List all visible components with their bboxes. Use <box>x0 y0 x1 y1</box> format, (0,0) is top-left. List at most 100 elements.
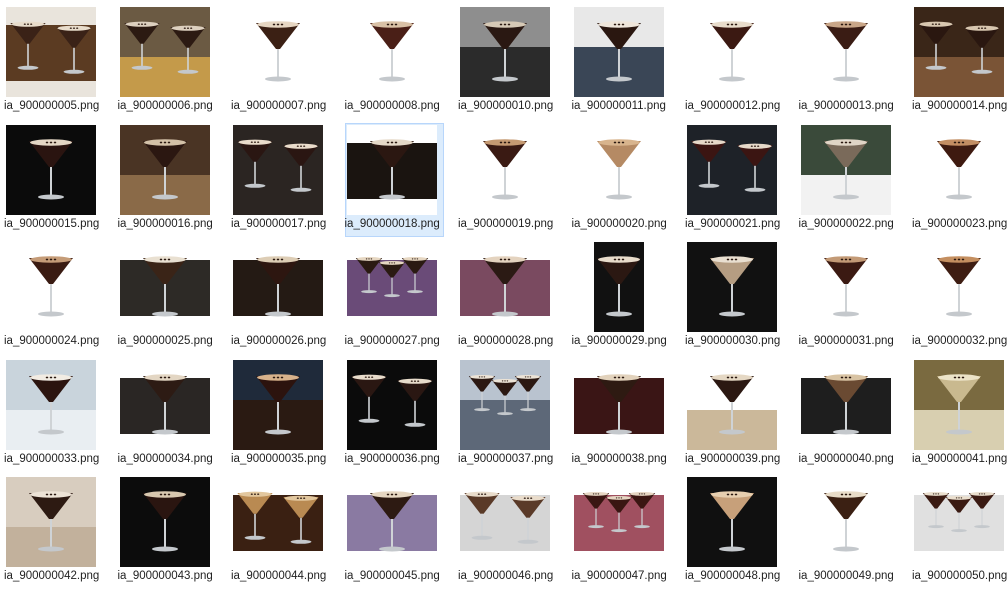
image-thumbnail[interactable] <box>346 477 437 567</box>
file-item[interactable]: ia_900000013.png <box>799 7 912 124</box>
file-item[interactable]: ia_900000045.png <box>345 477 458 594</box>
file-name-label: ia_900000042.png <box>4 570 100 582</box>
file-name-label: ia_900000011.png <box>571 100 666 112</box>
image-thumbnail[interactable] <box>914 359 1004 450</box>
file-item[interactable]: ia_900000011.png <box>572 7 685 124</box>
file-item[interactable]: ia_900000023.png <box>912 124 1007 242</box>
file-name-label: ia_900000034.png <box>117 452 213 465</box>
file-item[interactable]: ia_900000025.png <box>118 242 231 359</box>
image-thumbnail[interactable] <box>6 124 96 215</box>
file-item[interactable]: ia_900000031.png <box>799 242 912 359</box>
image-thumbnail[interactable] <box>460 242 550 332</box>
file-name-label: ia_900000044.png <box>231 570 327 582</box>
image-thumbnail[interactable] <box>6 242 96 332</box>
file-item[interactable]: ia_900000035.png <box>231 359 344 477</box>
file-item[interactable]: ia_900000005.png <box>4 7 117 124</box>
file-name-label: ia_900000017.png <box>231 217 327 230</box>
file-item[interactable]: ia_900000018.png <box>344 122 458 242</box>
image-thumbnail[interactable] <box>346 7 437 97</box>
image-thumbnail[interactable] <box>460 124 550 215</box>
file-item[interactable]: ia_900000021.png <box>685 124 798 242</box>
image-thumbnail[interactable] <box>573 477 664 567</box>
file-item[interactable]: ia_900000050.png <box>912 477 1007 594</box>
file-item[interactable]: ia_900000015.png <box>4 124 117 242</box>
image-thumbnail[interactable] <box>800 7 891 97</box>
file-item[interactable]: ia_900000027.png <box>345 242 458 359</box>
image-thumbnail[interactable] <box>573 359 664 450</box>
file-item[interactable]: ia_900000036.png <box>345 359 458 477</box>
image-thumbnail[interactable] <box>233 477 323 567</box>
image-thumbnail[interactable] <box>119 477 210 567</box>
file-item[interactable]: ia_900000048.png <box>685 477 798 594</box>
file-item[interactable]: ia_900000040.png <box>799 359 912 477</box>
image-thumbnail[interactable] <box>460 477 550 567</box>
image-thumbnail[interactable] <box>233 7 323 97</box>
file-item[interactable]: ia_900000033.png <box>4 359 117 477</box>
file-item[interactable]: ia_900000049.png <box>799 477 912 594</box>
image-thumbnail[interactable] <box>233 242 323 332</box>
file-item[interactable]: ia_900000028.png <box>458 242 571 359</box>
image-thumbnail[interactable] <box>800 477 891 567</box>
image-thumbnail[interactable] <box>800 242 891 332</box>
image-thumbnail[interactable] <box>687 124 777 215</box>
file-item[interactable]: ia_900000016.png <box>118 124 231 242</box>
image-thumbnail[interactable] <box>573 7 664 97</box>
file-item[interactable]: ia_900000014.png <box>912 7 1007 124</box>
image-thumbnail[interactable] <box>573 242 664 332</box>
file-item[interactable]: ia_900000038.png <box>572 359 685 477</box>
file-item[interactable]: ia_900000008.png <box>345 7 458 124</box>
image-thumbnail[interactable] <box>346 124 437 215</box>
file-item[interactable]: ia_900000010.png <box>458 7 571 124</box>
file-item[interactable]: ia_900000007.png <box>231 7 344 124</box>
file-item[interactable]: ia_900000044.png <box>231 477 344 594</box>
image-thumbnail[interactable] <box>346 359 437 450</box>
cocktail-image <box>346 124 437 215</box>
image-thumbnail[interactable] <box>800 359 891 450</box>
image-thumbnail[interactable] <box>119 359 210 450</box>
file-item[interactable]: ia_900000047.png <box>572 477 685 594</box>
file-item[interactable]: ia_900000046.png <box>458 477 571 594</box>
image-thumbnail[interactable] <box>119 7 210 97</box>
file-name-label: ia_900000025.png <box>117 335 213 347</box>
file-item[interactable]: ia_900000041.png <box>912 359 1007 477</box>
image-thumbnail[interactable] <box>687 242 777 332</box>
image-thumbnail[interactable] <box>687 7 777 97</box>
image-thumbnail[interactable] <box>687 359 777 450</box>
image-thumbnail[interactable] <box>914 7 1004 97</box>
image-thumbnail[interactable] <box>346 242 437 332</box>
file-item[interactable]: ia_900000020.png <box>572 124 685 242</box>
file-item[interactable]: ia_900000037.png <box>458 359 571 477</box>
file-item[interactable]: ia_900000012.png <box>685 7 798 124</box>
image-thumbnail[interactable] <box>6 477 96 567</box>
file-item[interactable]: ia_900000017.png <box>231 124 344 242</box>
image-thumbnail[interactable] <box>914 124 1004 215</box>
image-thumbnail[interactable] <box>233 124 323 215</box>
image-thumbnail[interactable] <box>573 124 664 215</box>
file-item[interactable]: ia_900000043.png <box>118 477 231 594</box>
file-item[interactable]: ia_900000019.png <box>458 124 571 242</box>
image-thumbnail[interactable] <box>460 359 550 450</box>
file-item[interactable]: ia_900000030.png <box>685 242 798 359</box>
image-thumbnail[interactable] <box>914 477 1004 567</box>
file-item[interactable]: ia_900000022.png <box>799 124 912 242</box>
image-thumbnail[interactable] <box>460 7 550 97</box>
image-thumbnail[interactable] <box>914 242 1004 332</box>
file-item[interactable]: ia_900000006.png <box>118 7 231 124</box>
image-thumbnail[interactable] <box>800 124 891 215</box>
file-item[interactable]: ia_900000039.png <box>685 359 798 477</box>
image-thumbnail[interactable] <box>119 124 210 215</box>
file-item[interactable]: ia_900000042.png <box>4 477 117 594</box>
file-item[interactable]: ia_900000024.png <box>4 242 117 359</box>
file-name-label: ia_900000026.png <box>231 335 327 347</box>
image-thumbnail[interactable] <box>687 477 777 567</box>
file-item[interactable]: ia_900000034.png <box>117 359 231 477</box>
image-thumbnail[interactable] <box>233 359 323 450</box>
file-item[interactable]: ia_900000032.png <box>912 242 1007 359</box>
image-thumbnail[interactable] <box>6 359 96 450</box>
file-name-label: ia_900000023.png <box>912 217 1007 230</box>
image-thumbnail[interactable] <box>119 242 210 332</box>
image-thumbnail[interactable] <box>6 7 96 97</box>
file-item[interactable]: ia_900000026.png <box>231 242 344 359</box>
file-item[interactable]: ia_900000029.png <box>572 242 685 359</box>
file-name-label: ia_900000013.png <box>798 100 894 112</box>
